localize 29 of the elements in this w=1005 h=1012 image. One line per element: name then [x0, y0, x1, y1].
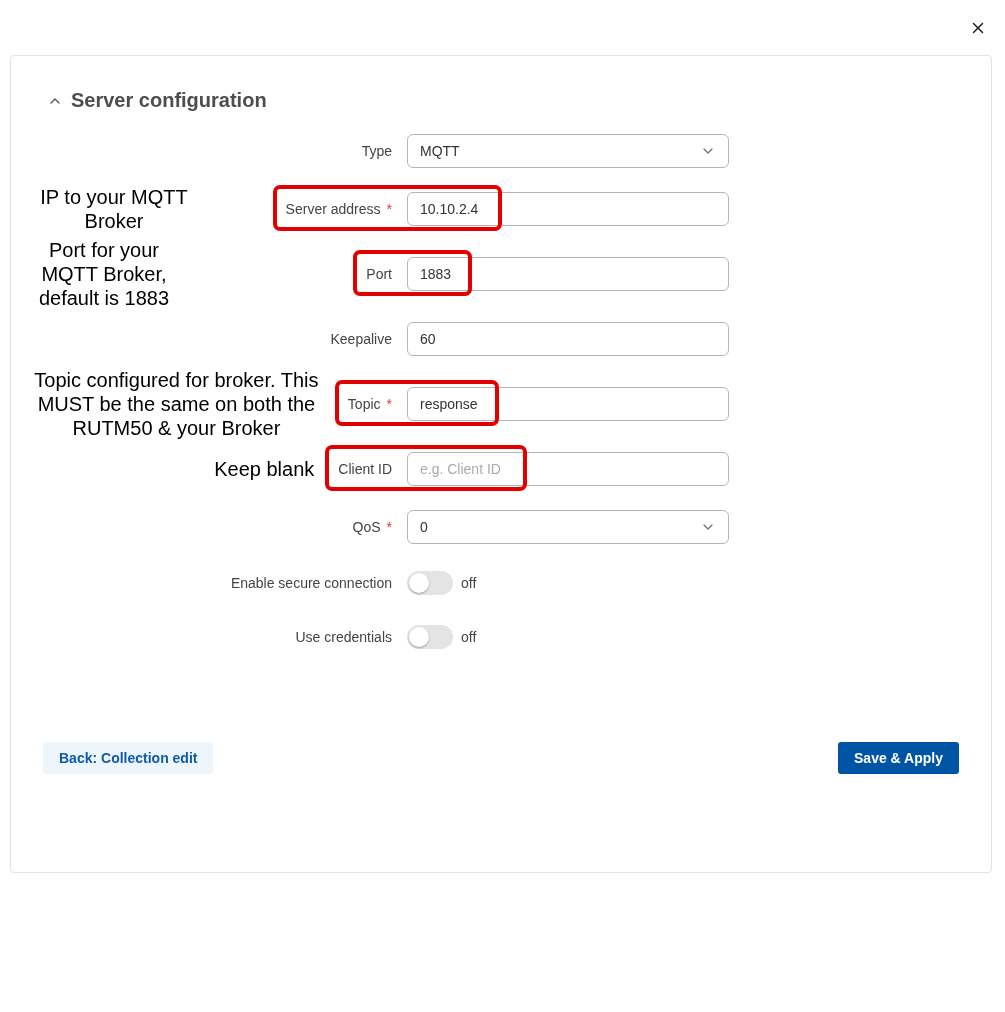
- input-field[interactable]: response: [407, 387, 729, 421]
- field-label: Server address: [285, 201, 381, 217]
- field-label: Type: [361, 143, 392, 159]
- back-button[interactable]: Back: Collection edit: [43, 742, 214, 774]
- required-mark: *: [386, 519, 392, 535]
- input-field[interactable]: 10.10.2.4: [407, 192, 729, 226]
- input-field[interactable]: 60: [407, 322, 729, 356]
- field-label: Use credentials: [295, 629, 392, 645]
- save-apply-button[interactable]: Save & Apply: [838, 742, 959, 774]
- field-label: Port: [366, 266, 392, 282]
- input-field[interactable]: e.g. Client ID: [407, 452, 729, 486]
- toggle-state: off: [461, 629, 477, 645]
- annotation-note: Keep blank: [214, 457, 315, 481]
- select-field[interactable]: 0: [407, 510, 729, 544]
- toggle-switch[interactable]: [407, 625, 453, 649]
- field-label: Keepalive: [330, 331, 392, 347]
- annotation-note: Topic configured for broker. This MUST be the same on both the RUTM50 & your Broker: [33, 368, 320, 440]
- field-label: Topic: [347, 396, 381, 412]
- field-label: Client ID: [338, 461, 392, 477]
- annotation-note: Port for your MQTT Broker, default is 1883: [37, 238, 171, 310]
- toggle-state: off: [461, 575, 477, 591]
- field-label: QoS: [352, 519, 381, 535]
- toggle-switch[interactable]: [407, 571, 453, 595]
- annotation-note: IP to your MQTT Broker: [39, 185, 189, 233]
- required-mark: *: [386, 201, 392, 217]
- required-mark: *: [386, 396, 392, 412]
- select-field[interactable]: MQTT: [407, 134, 729, 168]
- field-label: Enable secure connection: [230, 575, 392, 591]
- input-field[interactable]: 1883: [407, 257, 729, 291]
